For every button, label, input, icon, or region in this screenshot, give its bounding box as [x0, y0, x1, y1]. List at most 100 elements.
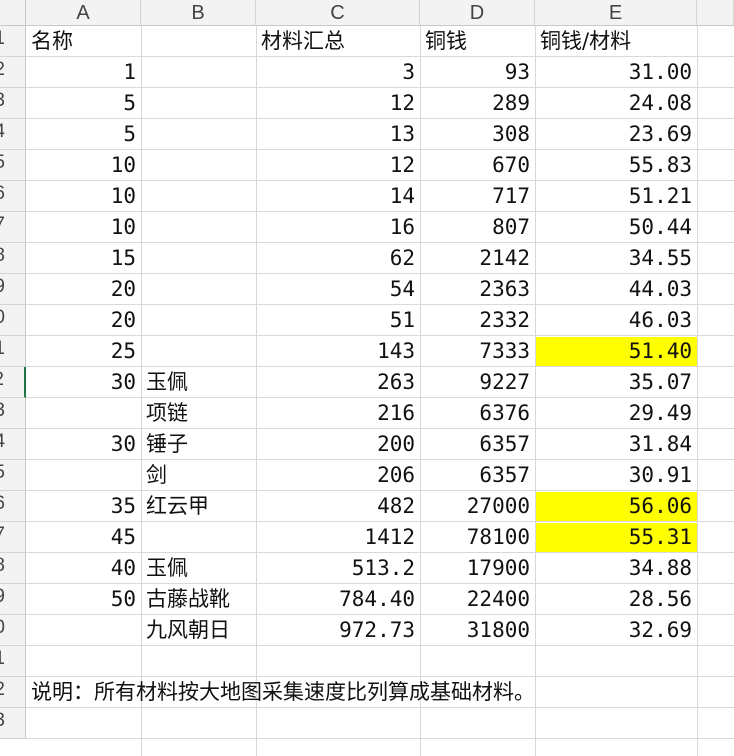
row-header-13[interactable]: 13 — [0, 398, 26, 429]
cell-b19[interactable]: 古藤战靴 — [141, 584, 256, 615]
cell-a11[interactable]: 25 — [26, 336, 141, 367]
cell-c13[interactable]: 216 — [256, 398, 420, 429]
cell-e19[interactable]: 28.56 — [535, 584, 697, 615]
column-header-f[interactable] — [697, 0, 734, 26]
cell-b9[interactable] — [141, 274, 256, 305]
cell-a10[interactable]: 20 — [26, 305, 141, 336]
cell-e14[interactable]: 31.84 — [535, 429, 697, 460]
row-header-23[interactable]: 23 — [0, 708, 26, 739]
cell-c18[interactable]: 513.2 — [256, 553, 420, 584]
row-header-14[interactable]: 14 — [0, 429, 26, 460]
cell-b4[interactable] — [141, 119, 256, 150]
cell-a1[interactable]: 名称 — [26, 26, 141, 57]
cell-e11[interactable]: 51.40 — [535, 336, 697, 367]
row-header-19[interactable]: 19 — [0, 584, 26, 615]
cell-c16[interactable]: 482 — [256, 491, 420, 522]
cell-c10[interactable]: 51 — [256, 305, 420, 336]
cell-a2[interactable]: 1 — [26, 57, 141, 88]
cell-b6[interactable] — [141, 181, 256, 212]
cell-a22-note[interactable]: 说明：所有材料按大地图采集速度比列算成基础材料。 — [26, 677, 697, 708]
cell-a4[interactable]: 5 — [26, 119, 141, 150]
select-all-corner[interactable] — [0, 0, 26, 26]
cell-d9[interactable]: 2363 — [420, 274, 535, 305]
cell-c12[interactable]: 263 — [256, 367, 420, 398]
cell-e4[interactable]: 23.69 — [535, 119, 697, 150]
cell-a8[interactable]: 15 — [26, 243, 141, 274]
cell-e18[interactable]: 34.88 — [535, 553, 697, 584]
row-header-6[interactable]: 6 — [0, 181, 26, 212]
cell-d4[interactable]: 308 — [420, 119, 535, 150]
cell-b7[interactable] — [141, 212, 256, 243]
cell-a20[interactable] — [26, 615, 141, 646]
cell-a17[interactable]: 45 — [26, 522, 141, 553]
cell-d2[interactable]: 93 — [420, 57, 535, 88]
cell-d18[interactable]: 17900 — [420, 553, 535, 584]
cell-e3[interactable]: 24.08 — [535, 88, 697, 119]
cell-d3[interactable]: 289 — [420, 88, 535, 119]
cell-a12[interactable]: 30 — [26, 367, 141, 398]
cell-c14[interactable]: 200 — [256, 429, 420, 460]
column-header-d[interactable]: D — [420, 0, 535, 26]
cell-a7[interactable]: 10 — [26, 212, 141, 243]
cell-c6[interactable]: 14 — [256, 181, 420, 212]
cell-b15[interactable]: 剑 — [141, 460, 256, 491]
row-header-10[interactable]: 10 — [0, 305, 26, 336]
cell-e7[interactable]: 50.44 — [535, 212, 697, 243]
cell-c7[interactable]: 16 — [256, 212, 420, 243]
cell-e8[interactable]: 34.55 — [535, 243, 697, 274]
cell-e9[interactable]: 44.03 — [535, 274, 697, 305]
cell-a18[interactable]: 40 — [26, 553, 141, 584]
cell-d14[interactable]: 6357 — [420, 429, 535, 460]
cell-a16[interactable]: 35 — [26, 491, 141, 522]
cell-d10[interactable]: 2332 — [420, 305, 535, 336]
row-header-3[interactable]: 3 — [0, 88, 26, 119]
cell-d13[interactable]: 6376 — [420, 398, 535, 429]
cell-d17[interactable]: 78100 — [420, 522, 535, 553]
cell-d6[interactable]: 717 — [420, 181, 535, 212]
cell-c17[interactable]: 1412 — [256, 522, 420, 553]
cell-a13[interactable] — [26, 398, 141, 429]
cell-d12[interactable]: 9227 — [420, 367, 535, 398]
cell-a6[interactable]: 10 — [26, 181, 141, 212]
cell-e12[interactable]: 35.07 — [535, 367, 697, 398]
cell-c11[interactable]: 143 — [256, 336, 420, 367]
row-header-16[interactable]: 16 — [0, 491, 26, 522]
cell-e15[interactable]: 30.91 — [535, 460, 697, 491]
cell-c15[interactable]: 206 — [256, 460, 420, 491]
cell-e6[interactable]: 51.21 — [535, 181, 697, 212]
row-header-5[interactable]: 5 — [0, 150, 26, 181]
cell-c1[interactable]: 材料汇总 — [256, 26, 420, 57]
spreadsheet-grid[interactable]: ABCDE12345678910111213141516171819202122… — [0, 0, 734, 756]
cell-c4[interactable]: 13 — [256, 119, 420, 150]
cell-e10[interactable]: 46.03 — [535, 305, 697, 336]
cell-b3[interactable] — [141, 88, 256, 119]
cell-e17[interactable]: 55.31 — [535, 522, 697, 553]
cell-c2[interactable]: 3 — [256, 57, 420, 88]
cell-d19[interactable]: 22400 — [420, 584, 535, 615]
cell-b13[interactable]: 项链 — [141, 398, 256, 429]
cell-a19[interactable]: 50 — [26, 584, 141, 615]
cell-e1[interactable]: 铜钱/材料 — [535, 26, 697, 57]
cell-a14[interactable]: 30 — [26, 429, 141, 460]
cell-c19[interactable]: 784.40 — [256, 584, 420, 615]
row-header-11[interactable]: 11 — [0, 336, 26, 367]
row-header-8[interactable]: 8 — [0, 243, 26, 274]
cell-d1[interactable]: 铜钱 — [420, 26, 535, 57]
cell-b1[interactable] — [141, 26, 256, 57]
cell-c20[interactable]: 972.73 — [256, 615, 420, 646]
cell-b12[interactable]: 玉佩 — [141, 367, 256, 398]
row-header-4[interactable]: 4 — [0, 119, 26, 150]
column-header-a[interactable]: A — [26, 0, 141, 26]
row-header-9[interactable]: 9 — [0, 274, 26, 305]
cell-d11[interactable]: 7333 — [420, 336, 535, 367]
cell-a15[interactable] — [26, 460, 141, 491]
row-header-20[interactable]: 20 — [0, 615, 26, 646]
cell-d16[interactable]: 27000 — [420, 491, 535, 522]
cell-e13[interactable]: 29.49 — [535, 398, 697, 429]
cell-a9[interactable]: 20 — [26, 274, 141, 305]
column-header-b[interactable]: B — [141, 0, 256, 26]
row-header-18[interactable]: 18 — [0, 553, 26, 584]
cell-e5[interactable]: 55.83 — [535, 150, 697, 181]
row-header-15[interactable]: 15 — [0, 460, 26, 491]
column-header-e[interactable]: E — [535, 0, 697, 26]
